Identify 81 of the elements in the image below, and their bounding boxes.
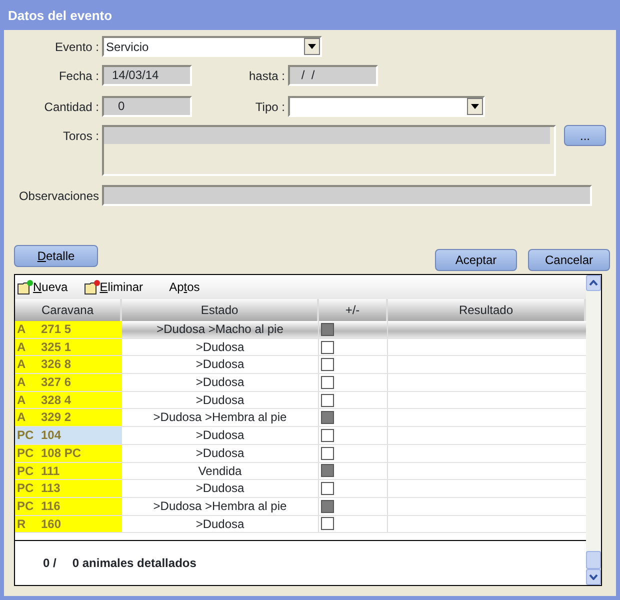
checkbox[interactable] [321,517,334,530]
table-row[interactable]: A 328 4 >Dudosa [15,392,586,410]
checkbox[interactable] [321,464,334,478]
table-row[interactable]: A 327 6 >Dudosa [15,374,586,392]
caravana-cell: A 326 8 [15,356,122,374]
field-label: Observaciones [18,188,100,204]
aceptar-button[interactable]: Aceptar [435,249,517,271]
scroll-down-icon[interactable] [586,569,601,585]
field-label: Cantidad : [43,98,100,116]
table-row[interactable]: R 160 >Dudosa [15,516,586,534]
table-cell: >Dudosa [122,374,319,391]
checkbox[interactable] [321,482,334,496]
caravana-cell: A 328 4 [15,392,122,408]
caravana-cell: A 327 6 [15,374,122,391]
caravana-cell: PC 108 PC [15,444,122,462]
table-cell: >Dudosa [122,338,319,356]
field-label: Toros : [62,128,100,145]
table-cell: >Dudosa [122,356,319,374]
table-row[interactable]: PC 111 Vendida [15,462,586,480]
table-row[interactable]: A 325 1 >Dudosa [15,338,586,356]
caravana-cell: A 329 2 [15,409,122,426]
date-field[interactable]: / / [288,65,378,86]
status-text: 0 animales detallados [72,555,196,572]
checkbox[interactable] [321,411,334,424]
checkbox[interactable] [321,340,334,354]
field-label: hasta : [248,68,286,84]
observaciones-field[interactable] [102,185,592,206]
scrollbar[interactable] [586,275,601,585]
caravana-cell: A 271 5 [15,321,122,338]
caravana-cell: PC 116 [15,498,122,515]
field-label: Tipo : [254,98,286,116]
checkbox[interactable] [321,446,334,460]
field-label: Evento : [54,38,100,56]
table-cell: >Dudosa [122,392,319,408]
table-cell: >Dudosa [122,480,319,497]
table-row[interactable]: PC 116 >Dudosa >Hembra al pie [15,498,586,516]
table-cell: Vendida [122,462,319,480]
date-field[interactable]: 14/03/14 [102,65,192,86]
detalle-button[interactable]: Detalle [14,245,98,267]
caravana-cell: A 325 1 [15,338,122,356]
table-cell: >Dudosa [122,516,319,532]
count-label: 0 / [43,555,56,572]
checkbox[interactable] [321,394,334,407]
table-cell: >Dudosa [122,444,319,462]
caravana-cell: R 160 [15,516,122,532]
folder-add-icon [17,280,33,294]
table-row[interactable]: PC 104 >Dudosa [15,427,586,445]
checkbox[interactable] [321,500,334,513]
checkbox[interactable] [321,428,334,442]
toros-field[interactable] [102,125,556,176]
toolbar-button[interactable]: Nueva [17,278,68,296]
table-row[interactable]: PC 108 PC >Dudosa [15,444,586,462]
table-row[interactable]: A 326 8 >Dudosa [15,356,586,374]
column-header[interactable]: Caravana [15,299,122,321]
column-header[interactable]: +/- [319,299,388,321]
checkbox[interactable] [321,322,334,336]
table-row[interactable]: PC 113 >Dudosa [15,480,586,498]
field-label: Fecha : [58,68,100,84]
column-header[interactable]: Resultado [388,299,586,321]
table-row[interactable]: A 329 2 >Dudosa >Hembra al pie [15,409,586,428]
caravana-cell: PC 111 [15,462,122,480]
table-cell: >Dudosa >Hembra al pie [122,498,319,515]
scroll-up-icon[interactable] [586,275,601,291]
checkbox[interactable] [321,376,334,389]
table-row[interactable]: A 271 5 >Dudosa >Macho al pie [15,321,586,339]
toolbar-button[interactable]: Aptos [169,278,200,296]
table-cell: >Dudosa >Hembra al pie [122,409,319,426]
scroll-thumb[interactable] [586,551,601,569]
table-cell: >Dudosa [122,427,319,444]
toolbar-button[interactable]: Eliminar [84,278,144,296]
folder-delete-icon [84,280,100,294]
window-title: Datos del evento [7,7,114,25]
caravana-cell: PC 104 [15,427,122,444]
cancelar-button[interactable]: Cancelar [528,249,610,271]
checkbox[interactable] [321,358,334,372]
quantity-field[interactable]: 0 [102,96,192,117]
evento-dropdown[interactable]: Servicio [102,36,322,57]
table-cell: >Dudosa >Macho al pie [122,321,319,338]
caravana-cell: PC 113 [15,480,122,497]
column-header[interactable]: Estado [122,299,319,321]
browse-button[interactable]: ... [564,125,606,146]
